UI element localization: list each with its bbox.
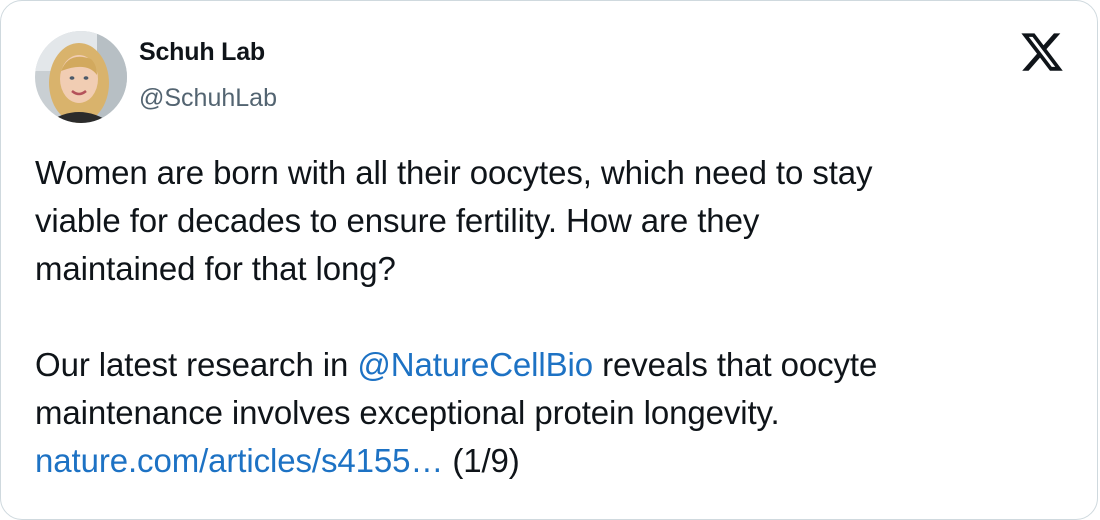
avatar[interactable] [35, 31, 127, 123]
article-link[interactable]: nature.com/articles/s4155… [35, 442, 443, 479]
tweet-line: nature.com/articles/s4155… (1/9) [35, 437, 1075, 485]
tweet-text-segment: Our latest research in [35, 346, 358, 383]
author-handle[interactable]: @SchuhLab [139, 84, 277, 113]
avatar-image [35, 31, 127, 123]
x-logo-icon[interactable] [1019, 29, 1065, 75]
tweet-line: viable for decades to ensure fertility. … [35, 202, 760, 239]
tweet-line: Women are born with all their oocytes, w… [35, 154, 873, 191]
tweet-line: Our latest research in @NatureCellBio re… [35, 341, 1075, 389]
tweet-text: Women are born with all their oocytes, w… [35, 149, 1075, 485]
tweet-card: Schuh Lab @SchuhLab Women are born with … [0, 0, 1098, 520]
tweet-line: maintenance involves exceptional protein… [35, 394, 780, 431]
author-name[interactable]: Schuh Lab [139, 38, 265, 67]
thread-counter: (1/9) [443, 442, 520, 479]
tweet-text-segment: reveals that oocyte [593, 346, 878, 383]
tweet-line: maintained for that long? [35, 250, 396, 287]
mention-link[interactable]: @NatureCellBio [357, 346, 593, 383]
